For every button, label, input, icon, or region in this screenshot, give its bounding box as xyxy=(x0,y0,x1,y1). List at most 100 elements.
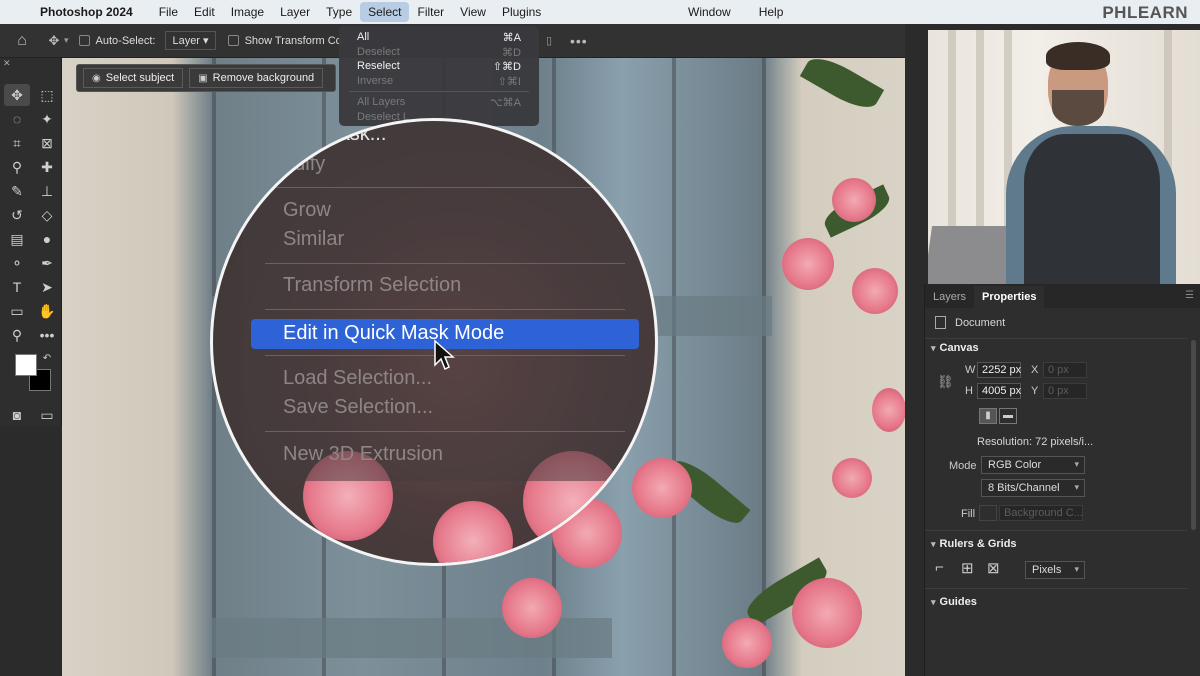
select-subject-button[interactable]: ◉ Select subject xyxy=(83,68,184,88)
marquee-tool-icon[interactable]: ⬚ xyxy=(34,84,60,106)
zoom-item-refine-mask[interactable]: and Mask... xyxy=(283,123,386,146)
flower xyxy=(782,238,834,290)
menu-item-all[interactable]: All ⌘A xyxy=(339,30,539,45)
pen-tool-icon[interactable]: ✒ xyxy=(34,252,60,274)
menu-help[interactable]: Help xyxy=(751,2,792,22)
guides-section-header[interactable]: ▾ Guides xyxy=(931,596,977,608)
tab-properties[interactable]: Properties xyxy=(974,286,1045,308)
rectangle-tool-icon[interactable]: ▭ xyxy=(4,300,30,322)
menu-image[interactable]: Image xyxy=(223,2,272,22)
auto-select-value: Layer xyxy=(172,35,200,47)
more-tools-icon[interactable]: ••• xyxy=(34,324,60,346)
magnifier-loupe: and Mask... odify Grow Similar Transform… xyxy=(210,118,658,566)
swap-colors-icon[interactable]: ↶ xyxy=(34,348,60,370)
align-icon[interactable]: ▯ xyxy=(546,34,552,47)
menu-file[interactable]: File xyxy=(151,2,186,22)
zoom-item-3d-extrusion[interactable]: New 3D Extrusion xyxy=(283,443,443,466)
zoom-item-grow[interactable]: Grow xyxy=(283,199,331,222)
menu-edit[interactable]: Edit xyxy=(186,2,223,22)
blur-tool-icon[interactable]: ● xyxy=(34,228,60,250)
crop-tool-icon[interactable]: ⌗ xyxy=(4,132,30,154)
chevron-down-icon: ▾ xyxy=(1074,482,1079,492)
history-brush-icon[interactable]: ↺ xyxy=(4,204,30,226)
zoom-tool-icon[interactable]: ⚲ xyxy=(4,324,30,346)
menu-item-deselect[interactable]: Deselect ⌘D xyxy=(339,45,539,60)
menu-select[interactable]: Select xyxy=(360,2,410,22)
y-input[interactable]: 0 px xyxy=(1043,383,1087,399)
zoom-item-similar[interactable]: Similar xyxy=(283,228,344,251)
lasso-tool-icon[interactable]: ◌ xyxy=(4,108,30,130)
chevron-down-icon[interactable]: ▾ xyxy=(64,35,69,46)
portrait-orientation-icon[interactable]: ▮ xyxy=(979,408,997,424)
zoom-item-transform-selection[interactable]: Transform Selection xyxy=(283,274,461,297)
screen-mode-icon[interactable]: ▭ xyxy=(34,404,60,426)
move-tool-icon[interactable]: ✥ xyxy=(4,84,30,106)
move-tool-icon[interactable]: ✥ xyxy=(44,33,64,49)
show-transform-checkbox[interactable] xyxy=(227,35,239,46)
units-dropdown[interactable]: Pixels ▾ xyxy=(1025,561,1085,579)
landscape-orientation-icon[interactable]: ▬ xyxy=(999,408,1017,424)
zoom-item-save-selection[interactable]: Save Selection... xyxy=(283,396,433,419)
healing-brush-icon[interactable]: ✚ xyxy=(34,156,60,178)
chevron-down-icon: ▾ xyxy=(1074,564,1079,574)
fill-label: Fill xyxy=(961,508,976,520)
menu-plugins[interactable]: Plugins xyxy=(494,2,549,22)
remove-background-label: Remove background xyxy=(212,72,315,84)
brush-tool-icon[interactable]: ✎ xyxy=(4,180,30,202)
mode-dropdown[interactable]: RGB Color ▾ xyxy=(981,456,1085,474)
menu-shortcut: ⇧⌘D xyxy=(492,61,521,73)
menu-view[interactable]: View xyxy=(452,2,494,22)
menu-layer[interactable]: Layer xyxy=(272,2,318,22)
menu-separator xyxy=(265,263,625,264)
menu-window[interactable]: Window xyxy=(680,2,739,22)
path-select-icon[interactable]: ➤ xyxy=(34,276,60,298)
auto-select-dropdown[interactable]: Layer ▾ xyxy=(165,31,216,50)
more-options-icon[interactable]: ••• xyxy=(570,33,588,49)
frame-tool-icon[interactable]: ⊠ xyxy=(34,132,60,154)
x-input[interactable]: 0 px xyxy=(1043,362,1087,378)
chevron-down-icon: ▾ xyxy=(931,597,936,607)
menu-separator xyxy=(265,431,625,432)
eraser-icon[interactable]: ◇ xyxy=(34,204,60,226)
bit-depth-dropdown[interactable]: 8 Bits/Channel ▾ xyxy=(981,479,1085,497)
hand-tool-icon[interactable]: ✋ xyxy=(34,300,60,322)
link-icon[interactable]: ⛓ xyxy=(937,374,954,390)
fill-dropdown[interactable]: Background C... xyxy=(999,505,1083,521)
type-tool-icon[interactable]: T xyxy=(4,276,30,298)
zoom-item-load-selection[interactable]: Load Selection... xyxy=(283,367,432,390)
remove-background-button[interactable]: ▣ Remove background xyxy=(189,68,324,88)
app-name[interactable]: Photoshop 2024 xyxy=(40,5,133,19)
resolution-text: Resolution: 72 pixels/i... xyxy=(977,436,1094,448)
panel-scrollbar[interactable] xyxy=(1191,340,1196,530)
fill-swatch[interactable] xyxy=(979,505,997,521)
zoom-item-quick-mask[interactable]: Edit in Quick Mask Mode xyxy=(283,322,504,345)
rulers-grids-section-header[interactable]: ▾ Rulers & Grids xyxy=(931,538,1017,550)
grid-icon[interactable]: ⊞ xyxy=(961,559,974,577)
person-icon: ◉ xyxy=(92,72,101,84)
height-input[interactable]: 4005 px xyxy=(977,383,1021,399)
width-label: W xyxy=(965,364,976,376)
contextual-task-bar: ◉ Select subject ▣ Remove background xyxy=(76,64,337,92)
ruler-icon[interactable]: ⌐ xyxy=(935,559,944,576)
gradient-tool-icon[interactable]: ▤ xyxy=(4,228,30,250)
width-input[interactable]: 2252 px xyxy=(977,362,1021,378)
menu-item-inverse[interactable]: Inverse ⇧⌘I xyxy=(339,74,539,89)
dodge-tool-icon[interactable]: ⚬ xyxy=(4,252,30,274)
quick-mask-icon[interactable]: ◙ xyxy=(4,404,30,426)
zoom-item-modify[interactable]: odify xyxy=(283,153,325,176)
menu-type[interactable]: Type xyxy=(318,2,360,22)
stamp-tool-icon[interactable]: ⊥ xyxy=(34,180,60,202)
mode-value: RGB Color xyxy=(988,459,1042,471)
menu-item-reselect[interactable]: Reselect ⇧⌘D xyxy=(339,59,539,74)
menu-filter[interactable]: Filter xyxy=(409,2,452,22)
auto-select-checkbox[interactable] xyxy=(78,35,90,46)
menu-item-all-layers[interactable]: All Layers ⌥⌘A xyxy=(339,95,539,110)
pixel-grid-icon[interactable]: ⊠ xyxy=(987,559,1000,577)
panel-menu-icon[interactable]: ☰ xyxy=(1185,290,1194,301)
close-icon[interactable]: ✕ xyxy=(3,58,11,69)
eyedropper-icon[interactable]: ⚲ xyxy=(4,156,30,178)
tab-layers[interactable]: Layers xyxy=(925,286,974,308)
magic-wand-icon[interactable]: ✦ xyxy=(34,108,60,130)
canvas-section-header[interactable]: ▾ Canvas xyxy=(931,342,979,354)
home-icon[interactable]: ⌂ xyxy=(0,32,44,50)
